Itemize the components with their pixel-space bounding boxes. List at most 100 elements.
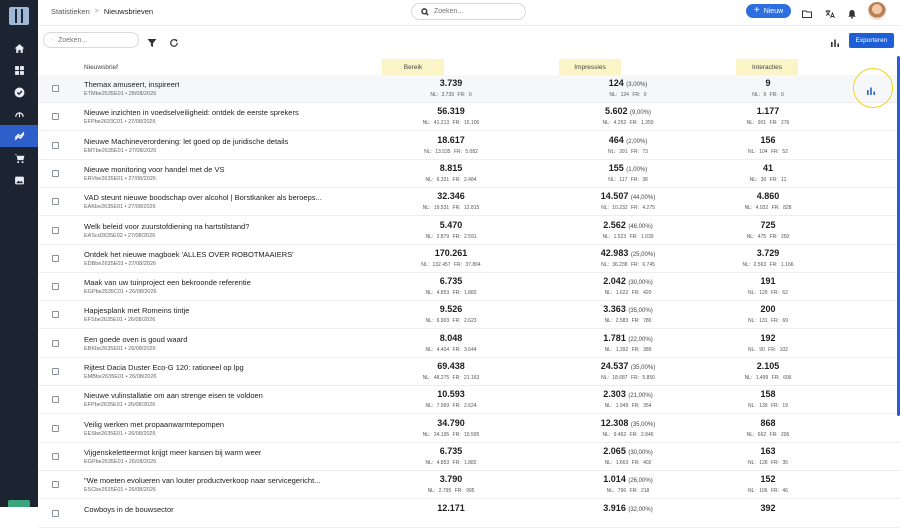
row-checkbox[interactable] (52, 254, 59, 262)
check-circle-icon[interactable] (0, 81, 38, 103)
statistics-icon[interactable] (0, 125, 38, 147)
row-checkbox[interactable] (52, 339, 59, 347)
table-search-input[interactable] (58, 36, 138, 44)
reach-nl: NL: 48.275 (422, 375, 450, 381)
interactions-value: 2.105 (756, 361, 780, 371)
bell-icon[interactable] (847, 6, 857, 19)
col-interactions[interactable]: Interacties (736, 59, 798, 75)
newsletter-title[interactable]: Maak van uw tuinproject een bekroonde re… (84, 278, 251, 287)
impressions-fr: FR: 780 (631, 318, 652, 325)
refresh-icon[interactable] (169, 35, 179, 47)
interactions-value: 4.860 (756, 191, 780, 202)
table-row[interactable]: Maak van uw tuinproject een bekroonde re… (38, 273, 900, 302)
newsletter-title[interactable]: Themax amuseert, inspireert (84, 80, 179, 89)
export-button[interactable]: Exporteren (849, 33, 894, 48)
row-checkbox[interactable] (52, 169, 59, 177)
newsletter-date: 26/08/2026 (128, 345, 156, 352)
row-checkbox[interactable] (52, 311, 59, 319)
impressions-fr: FR: 420 (631, 290, 652, 297)
newsletter-code: EDBbe2635E03 (84, 260, 124, 267)
avatar[interactable] (868, 2, 886, 20)
impressions-fr: FR: 1.350 (629, 120, 654, 127)
table-row[interactable]: Nieuwe inzichten in voedselveiligheid: o… (38, 103, 900, 132)
reach-nl: NL: 6.331 (425, 176, 450, 183)
table-row[interactable]: Cowboys in de bouwsector 12.171 3.916 (32… (38, 500, 900, 528)
row-checkbox[interactable] (52, 396, 59, 404)
table-row[interactable]: VAD steunt nieuwe boodschap over alcohol… (38, 188, 900, 217)
interactions-fr: FR: 606 (771, 375, 792, 381)
newsletter-title[interactable]: Rijtest Dacia Duster Eco-G 120: rationee… (84, 363, 244, 372)
table-row[interactable]: Ontdek het nieuwe magboek 'ALLES OVER RO… (38, 245, 900, 273)
newsletter-title[interactable]: Cowboys in de bouwsector (84, 505, 174, 514)
impressions-percent: (2,00%) (626, 138, 648, 145)
table-row[interactable]: Nieuwe Machineverordening: let goed op d… (38, 132, 900, 160)
dashboard-icon[interactable] (0, 59, 38, 81)
newsletter-meta: ETMbe2635E01 • 28/08/2026 (84, 91, 157, 97)
newsletter-title[interactable]: Nieuwe Machineverordening: let goed op d… (84, 137, 288, 146)
newsletter-title[interactable]: Nieuwe monitoring voor handel met de VS (84, 165, 225, 174)
row-checkbox[interactable] (52, 452, 59, 460)
row-checkbox[interactable] (52, 424, 59, 432)
table-row[interactable]: Hapjesplank met Romeins tintje EFSbe2635E… (38, 301, 900, 330)
table-row[interactable]: Rijtest Dacia Duster Eco-G 120: rationee… (38, 358, 900, 386)
newsletter-date: 26/08/2026 (128, 487, 156, 494)
row-checkbox[interactable] (52, 113, 59, 121)
filter-icon[interactable] (147, 35, 157, 47)
reach-nl: NL: 6.903 (425, 318, 450, 325)
table-row[interactable]: Nieuwe vulinstallatie om aan strenge eis… (38, 386, 900, 415)
col-newsletter[interactable]: Nieuwsbrief (84, 59, 118, 75)
table-row[interactable]: Welk beleid voor zuurstofdiening na hart… (38, 217, 900, 245)
row-checkbox[interactable] (52, 283, 59, 291)
global-search-input[interactable] (434, 8, 514, 15)
row-checkbox[interactable] (52, 226, 59, 234)
newsletter-date: 26/08/2026 (129, 374, 157, 380)
app-logo (9, 7, 29, 25)
newsletter-title[interactable]: Veilig werken met propaanwarmtepompen (84, 420, 224, 429)
row-checkbox[interactable] (52, 198, 59, 206)
newsletter-title[interactable]: "We moeten evolueren van louter productv… (84, 476, 320, 485)
row-checkbox[interactable] (52, 368, 59, 375)
gallery-icon[interactable] (0, 169, 38, 191)
newsletter-title[interactable]: Nieuwe vulinstallatie om aan strenge eis… (84, 391, 263, 400)
table-row[interactable]: Nieuwe monitoring voor handel met de VS E… (38, 160, 900, 188)
newsletter-meta: EMBbe2635E01 • 26/08/2026 (84, 374, 157, 380)
newsletter-title[interactable]: Een goede oven is goud waard (84, 335, 187, 344)
table-row[interactable]: "We moeten evolueren van louter productv… (38, 471, 900, 500)
reach-fr: FR: 15.106 (452, 120, 480, 127)
impressions-nl: NL: 391 (608, 148, 628, 155)
impressions-nl: NL: 796 (606, 488, 627, 495)
impressions-fr: FR: 4.275 (630, 205, 655, 212)
breadcrumb-parent[interactable]: Statistieken (51, 7, 90, 16)
newsletter-title[interactable]: Nieuwe inzichten in voedselveiligheid: o… (84, 108, 299, 117)
newsletter-title[interactable]: VAD steunt nieuwe boodschap over alcohol… (84, 193, 322, 202)
reach-fr: FR: 1.882 (452, 290, 477, 297)
col-reach[interactable]: Bereik (382, 59, 444, 75)
chart-view-icon[interactable] (830, 35, 840, 47)
interactions-value: 41 (762, 162, 773, 173)
newsletter-title[interactable]: Vijgenskeletteermot krijgt meer kansen b… (84, 448, 261, 457)
newsletter-code: EFPbe2633C01 (84, 119, 124, 126)
gauge-icon[interactable] (0, 103, 38, 125)
interactions-nl: NL: 2.563 (742, 261, 767, 268)
row-checkbox[interactable] (52, 85, 59, 92)
newsletter-title[interactable]: Hapjesplank met Romeins tintje (84, 306, 189, 315)
folder-icon[interactable] (802, 6, 812, 18)
home-icon[interactable] (0, 37, 38, 59)
row-checkbox[interactable] (52, 509, 59, 517)
new-button[interactable]: + Nieuw (746, 4, 791, 18)
translate-icon[interactable] (825, 6, 835, 19)
newsletter-title[interactable]: Welk beleid voor zuurstofdiening na hart… (84, 222, 249, 231)
row-checkbox[interactable] (52, 141, 59, 149)
table-row[interactable]: Een goede oven is goud waard EBKbe2635E01… (38, 330, 900, 358)
table-row[interactable]: Themax amuseert, inspireert ETMbe2635E01 … (38, 75, 900, 103)
cart-icon[interactable] (0, 147, 38, 169)
table-row[interactable]: Vijgenskeletteermot krijgt meer kansen b… (38, 443, 900, 471)
col-impressions[interactable]: Impressies (559, 59, 621, 75)
newsletter-title[interactable]: Ontdek het nieuwe magboek 'ALLES OVER RO… (84, 250, 294, 259)
table-row[interactable]: Veilig werken met propaanwarmtepompen EES… (38, 415, 900, 443)
reach-fr: FR: 2.484 (452, 176, 477, 183)
row-checkbox[interactable] (52, 481, 59, 489)
reach-nl: NL: 3.739 (430, 92, 455, 98)
global-search[interactable] (411, 3, 526, 20)
table-search[interactable] (43, 32, 139, 48)
